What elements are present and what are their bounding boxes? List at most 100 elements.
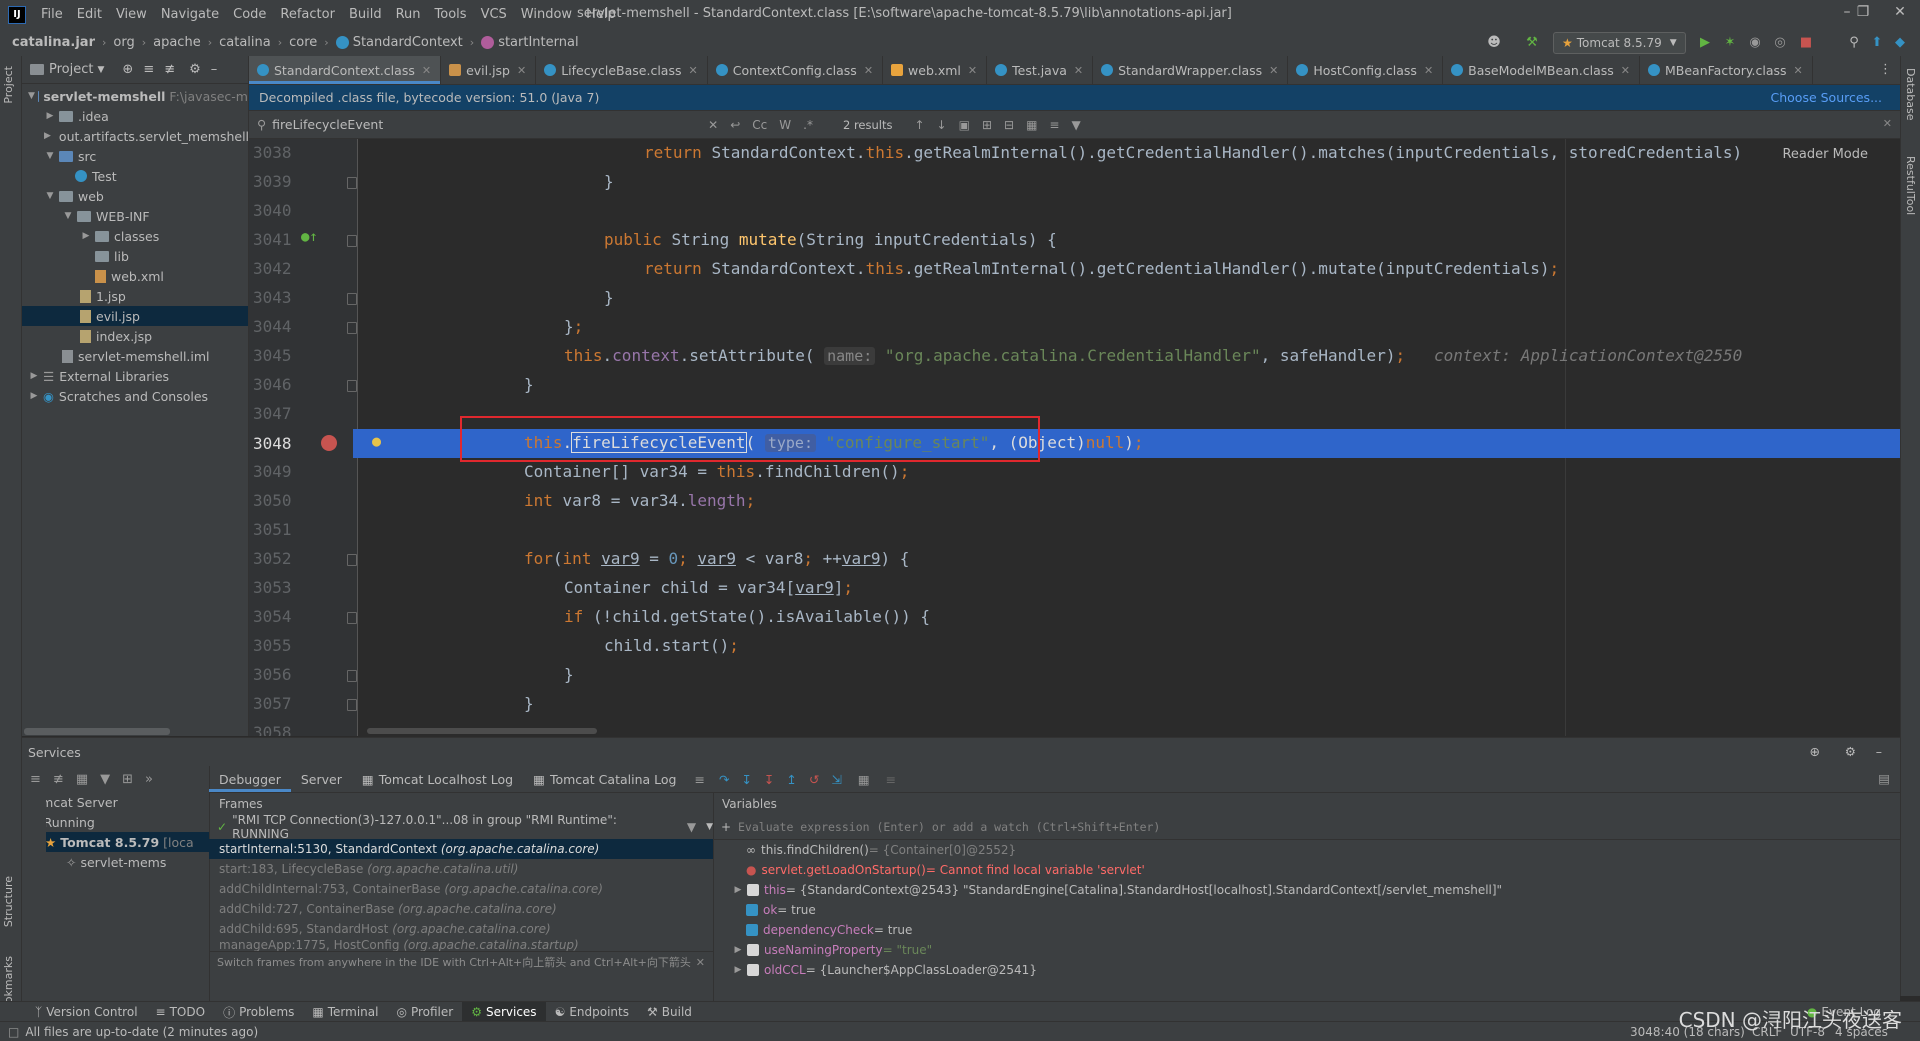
menu-vcs[interactable]: VCS xyxy=(474,7,514,22)
expand-all-icon[interactable]: ≡ xyxy=(143,62,154,77)
breadcrumb-method[interactable]: startInternal xyxy=(498,35,578,50)
restore-icon[interactable]: ❐ xyxy=(1848,4,1878,20)
code-editor[interactable]: Reader Mode 3038return StandardContext.t… xyxy=(249,139,1900,736)
tree-item-src[interactable]: ▼ src xyxy=(22,146,248,166)
close-icon[interactable]: ✕ xyxy=(689,64,698,77)
tree-item-external-libraries[interactable]: ▶ ☰ External Libraries xyxy=(22,366,248,386)
tree-item-web-inf[interactable]: ▼ WEB-INF xyxy=(22,206,248,226)
frame-item[interactable]: addChild:695, StandardHost (org.apache.c… xyxy=(209,919,713,939)
coverage-icon[interactable]: ◉ xyxy=(1747,35,1763,51)
fold-marker-icon[interactable] xyxy=(347,235,357,247)
override-icon[interactable]: ●↑ xyxy=(301,229,318,245)
arrow-up-icon[interactable]: ↑ xyxy=(914,118,924,132)
tool-services[interactable]: ⚙Services xyxy=(462,1002,545,1022)
close-icon[interactable]: ✕ xyxy=(1424,64,1433,77)
select-all-icon[interactable]: ▦ xyxy=(1026,118,1037,132)
step-out-icon[interactable]: ↥ xyxy=(786,772,796,787)
drop-frame-icon[interactable]: ↺ xyxy=(809,772,819,787)
tree-item-lib[interactable]: lib xyxy=(22,246,248,266)
expand-all-icon[interactable]: ≡ xyxy=(30,772,41,787)
step-into-icon[interactable]: ↧ xyxy=(741,772,751,787)
tree-item-index-jsp[interactable]: index.jsp xyxy=(22,326,248,346)
tab-web-xml[interactable]: web.xml✕ xyxy=(883,56,987,84)
tab-standardwrapper[interactable]: StandardWrapper.class✕ xyxy=(1093,56,1288,84)
fold-marker-icon[interactable] xyxy=(347,293,357,305)
tool-build[interactable]: ⚒Build xyxy=(638,1002,701,1022)
service-running[interactable]: ▶ Running xyxy=(22,812,209,832)
tab-basemodelmbean[interactable]: BaseModelMBean.class✕ xyxy=(1443,56,1640,84)
breadcrumb-apache[interactable]: apache xyxy=(153,35,201,50)
close-icon[interactable]: ✕ xyxy=(1621,64,1630,77)
menu-window[interactable]: Window xyxy=(514,7,579,22)
group-icon[interactable]: ▦ xyxy=(76,772,88,787)
breadcrumb-class[interactable]: StandardContext xyxy=(353,35,463,50)
user-icon[interactable]: ☻ xyxy=(1486,35,1502,51)
variable-row[interactable]: ▶oldCCL = {Launcher$AppClassLoader@2541} xyxy=(732,960,1900,980)
variable-row[interactable]: ok = true xyxy=(746,900,1900,920)
fold-marker-icon[interactable] xyxy=(347,699,357,711)
breadcrumb-catalina[interactable]: catalina xyxy=(219,35,271,50)
breadcrumb-core[interactable]: core xyxy=(289,35,317,50)
fold-marker-icon[interactable] xyxy=(347,670,357,682)
tool-version-control[interactable]: ᛉVersion Control xyxy=(26,1002,147,1022)
filter-icon[interactable]: ▼ xyxy=(100,772,110,787)
close-icon[interactable]: ✕ xyxy=(864,64,873,77)
step-over-icon[interactable]: ↷ xyxy=(719,772,729,787)
frame-item[interactable]: manageApp:1775, HostConfig (org.apache.c… xyxy=(209,939,713,951)
remove-occurrence-icon[interactable]: ⊟ xyxy=(1004,118,1014,132)
menu-tools[interactable]: Tools xyxy=(428,7,474,22)
tab-debugger[interactable]: Debugger xyxy=(209,766,291,792)
tree-item-iml[interactable]: servlet-memshell.iml xyxy=(22,346,248,366)
tool-profiler[interactable]: ◎Profiler xyxy=(387,1002,462,1022)
tree-item-web-xml[interactable]: web.xml xyxy=(22,266,248,286)
tree-item-out[interactable]: ▶ out.artifacts.servlet_memshell xyxy=(22,126,248,146)
whole-words-toggle[interactable]: W xyxy=(779,118,791,132)
project-tool-label[interactable]: Project xyxy=(2,66,15,104)
locate-icon[interactable]: ⊕ xyxy=(122,62,133,77)
breakpoint-icon[interactable] xyxy=(321,435,337,451)
chevron-down-icon[interactable]: ▼ xyxy=(706,822,713,832)
add-watch-icon[interactable]: + xyxy=(714,820,738,834)
gear-icon[interactable]: ⚙ xyxy=(1845,744,1856,759)
frame-item[interactable]: startInternal:5130, StandardContext (org… xyxy=(209,839,713,859)
tab-hostconfig[interactable]: HostConfig.class✕ xyxy=(1288,56,1443,84)
multiline-icon[interactable]: ≡ xyxy=(1049,118,1059,132)
editor-hscrollbar[interactable] xyxy=(367,728,597,734)
variable-row[interactable]: dependencyCheck = true xyxy=(746,920,1900,940)
service-tomcat-server[interactable]: Tomcat Server xyxy=(22,792,209,812)
breadcrumb-org[interactable]: org xyxy=(113,35,134,50)
tab-lifecyclebase[interactable]: LifecycleBase.class✕ xyxy=(536,56,708,84)
force-step-into-icon[interactable]: ↧ xyxy=(764,772,774,787)
project-view-select[interactable]: Project xyxy=(49,62,93,77)
frame-item[interactable]: start:183, LifecycleBase (org.apache.cat… xyxy=(209,859,713,879)
breadcrumb-jar[interactable]: catalina.jar xyxy=(12,35,95,50)
close-hint-icon[interactable]: ✕ xyxy=(696,956,705,969)
add-occurrence-icon[interactable]: ⊞ xyxy=(982,118,992,132)
fold-marker-icon[interactable] xyxy=(347,177,357,189)
variable-row[interactable]: ▶useNamingProperty = "true" xyxy=(732,940,1900,960)
menu-refactor[interactable]: Refactor xyxy=(273,7,342,22)
tab-contextconfig[interactable]: ContextConfig.class✕ xyxy=(708,56,883,84)
fold-marker-icon[interactable] xyxy=(347,322,357,334)
tree-item-servlet-memshell[interactable]: ▼ servlet-memshell F:\javasec-m xyxy=(22,86,248,106)
tab-standardcontext[interactable]: StandardContext.class✕ xyxy=(249,56,441,84)
thread-selector[interactable]: ✓ "RMI TCP Connection(3)-127.0.0.1"...08… xyxy=(209,815,713,839)
tool-todo[interactable]: ≡TODO xyxy=(147,1002,215,1022)
fold-marker-icon[interactable] xyxy=(347,380,357,392)
service-artifact[interactable]: ✧ servlet-mems xyxy=(22,852,209,872)
structure-tool-label[interactable]: Structure xyxy=(2,876,15,927)
plugin-icon[interactable]: ◆ xyxy=(1892,35,1908,51)
clear-search-icon[interactable]: ✕ xyxy=(708,118,718,132)
tree-item-idea[interactable]: ▶ .idea xyxy=(22,106,248,126)
project-hscrollbar[interactable] xyxy=(24,728,170,735)
menu-run[interactable]: Run xyxy=(389,7,428,22)
gear-icon[interactable]: ⚙ xyxy=(189,62,201,77)
filter-icon[interactable]: ▼ xyxy=(687,820,696,834)
tool-endpoints[interactable]: ☯Endpoints xyxy=(546,1002,638,1022)
menu-build[interactable]: Build xyxy=(342,7,389,22)
close-icon[interactable]: ✕ xyxy=(422,64,431,77)
menu-navigate[interactable]: Navigate xyxy=(154,7,226,22)
run-icon[interactable]: ▶ xyxy=(1697,35,1713,51)
close-icon[interactable]: ✕ xyxy=(1269,64,1278,77)
regex-toggle-icon[interactable]: .* xyxy=(803,118,813,132)
